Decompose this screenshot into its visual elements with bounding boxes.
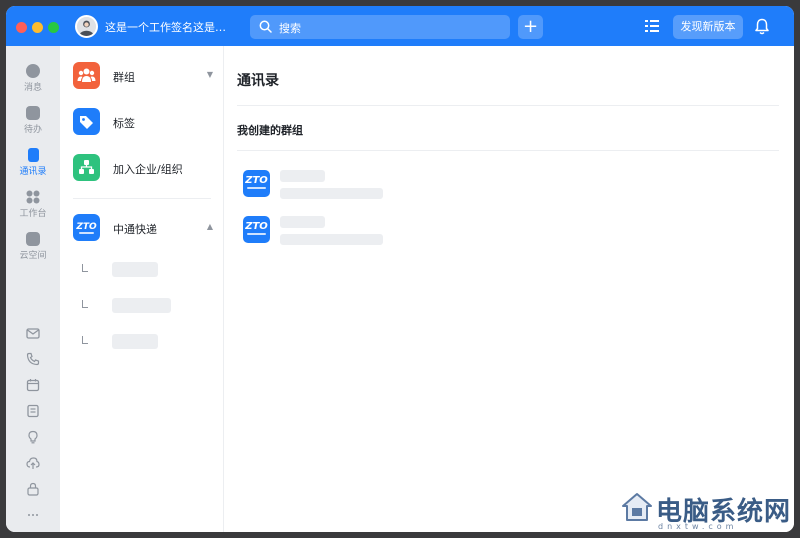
add-button[interactable]: + [518, 15, 543, 39]
minimize-window-button[interactable] [32, 22, 43, 33]
group-row[interactable]: ZTO [243, 170, 443, 200]
tree-branch-icon [82, 300, 88, 308]
rail-label: 待办 [23, 125, 42, 135]
logo-text: ZTO [245, 221, 268, 232]
placeholder-text [112, 298, 171, 313]
org-sub-item[interactable] [82, 298, 202, 314]
contacts-icon [27, 148, 39, 162]
nav-item-groups[interactable]: 群组 ▼ [73, 62, 213, 90]
rail-item-todo[interactable]: 待办 [6, 106, 60, 135]
nav-label-org: 中通快递 [113, 223, 157, 236]
title-bar: 这是一个工作签名这是… 搜索 + 发现新版本 [6, 6, 794, 46]
house-logo-icon [622, 493, 652, 521]
search-placeholder: 搜索 [279, 22, 301, 35]
svg-text:ZTO: ZTO [75, 222, 97, 232]
logo-text: ZTO [245, 175, 268, 186]
watermark-url: dnxtw.com [658, 522, 738, 531]
main-content: 通讯录 我创建的群组 ZTO ZTO [224, 46, 794, 532]
rail-item-cloud-space[interactable]: 云空间 [6, 232, 60, 261]
group-row[interactable]: ZTO [243, 216, 443, 246]
rail-item-workbench[interactable]: 工作台 [6, 190, 60, 219]
rail-label: 消息 [23, 83, 42, 93]
chevron-down-icon[interactable]: ▼ [207, 70, 213, 79]
tag-icon [73, 108, 100, 135]
nav-label-join-org: 加入企业/组织 [113, 163, 183, 176]
new-version-button[interactable]: 发现新版本 [673, 15, 743, 39]
cloud-space-icon [26, 232, 40, 246]
avatar[interactable] [75, 15, 98, 38]
title-divider [237, 105, 779, 106]
rail-label: 工作台 [19, 209, 47, 219]
search-box[interactable]: 搜索 [250, 15, 510, 39]
share-icon[interactable] [26, 482, 40, 496]
left-rail: 消息 待办 通讯录 工作台 云空间 [6, 46, 60, 532]
nav-item-join-org[interactable]: 加入企业/组织 [73, 154, 213, 182]
rail-item-contacts[interactable]: 通讯录 [6, 148, 60, 177]
search-icon [259, 20, 272, 33]
nav-label-groups: 群组 [113, 71, 135, 84]
nav-item-org[interactable]: ZTO 中通快递 ▲ [73, 214, 213, 242]
zto-logo-icon: ZTO [243, 216, 270, 243]
mail-icon[interactable] [26, 326, 40, 340]
workbench-icon [26, 190, 40, 204]
bulb-icon[interactable] [26, 430, 40, 444]
maximize-window-button[interactable] [48, 22, 59, 33]
tree-branch-icon [82, 264, 88, 272]
placeholder-text [112, 334, 158, 349]
org-sub-item[interactable] [82, 334, 202, 350]
work-signature[interactable]: 这是一个工作签名这是… [105, 19, 237, 35]
group-desc-placeholder [280, 234, 383, 245]
section-divider [237, 150, 779, 151]
bell-icon[interactable] [754, 18, 770, 35]
org-structure-icon [73, 154, 100, 181]
group-desc-placeholder [280, 188, 383, 199]
zto-logo-icon: ZTO [243, 170, 270, 197]
more-icon[interactable] [26, 508, 40, 522]
task-list-icon[interactable] [644, 18, 660, 34]
close-window-button[interactable] [16, 22, 27, 33]
section-title: 我创建的群组 [237, 124, 303, 137]
user-avatar-icon [77, 17, 96, 36]
nav-item-tags[interactable]: 标签 [73, 108, 213, 136]
placeholder-text [112, 262, 158, 277]
group-name-placeholder [280, 216, 325, 228]
calendar-icon[interactable] [26, 378, 40, 392]
rail-item-messages[interactable]: 消息 [6, 64, 60, 93]
message-icon [26, 64, 40, 78]
docs-icon[interactable] [26, 404, 40, 418]
rail-label: 通讯录 [19, 167, 47, 177]
org-sub-item[interactable] [82, 262, 202, 278]
nav-label-tags: 标签 [113, 117, 135, 130]
page-title: 通讯录 [237, 73, 279, 89]
chevron-up-icon[interactable]: ▲ [207, 222, 213, 231]
group-icon [73, 62, 100, 89]
phone-icon[interactable] [26, 352, 40, 366]
tree-branch-icon [82, 336, 88, 344]
todo-icon [26, 106, 40, 120]
nav-divider [73, 198, 211, 199]
group-name-placeholder [280, 170, 325, 182]
contacts-nav: 群组 ▼ 标签 加入企业/组织 ZTO 中通快递 ▲ [60, 46, 224, 532]
cloud-upload-icon[interactable] [26, 456, 40, 470]
rail-label: 云空间 [19, 251, 47, 261]
watermark: 电脑系统网 dnxtw.com [614, 488, 800, 538]
app-window: 这是一个工作签名这是… 搜索 + 发现新版本 消息 待办 通讯录 工作台 云空间… [6, 6, 794, 532]
zto-logo-icon: ZTO [73, 214, 100, 241]
